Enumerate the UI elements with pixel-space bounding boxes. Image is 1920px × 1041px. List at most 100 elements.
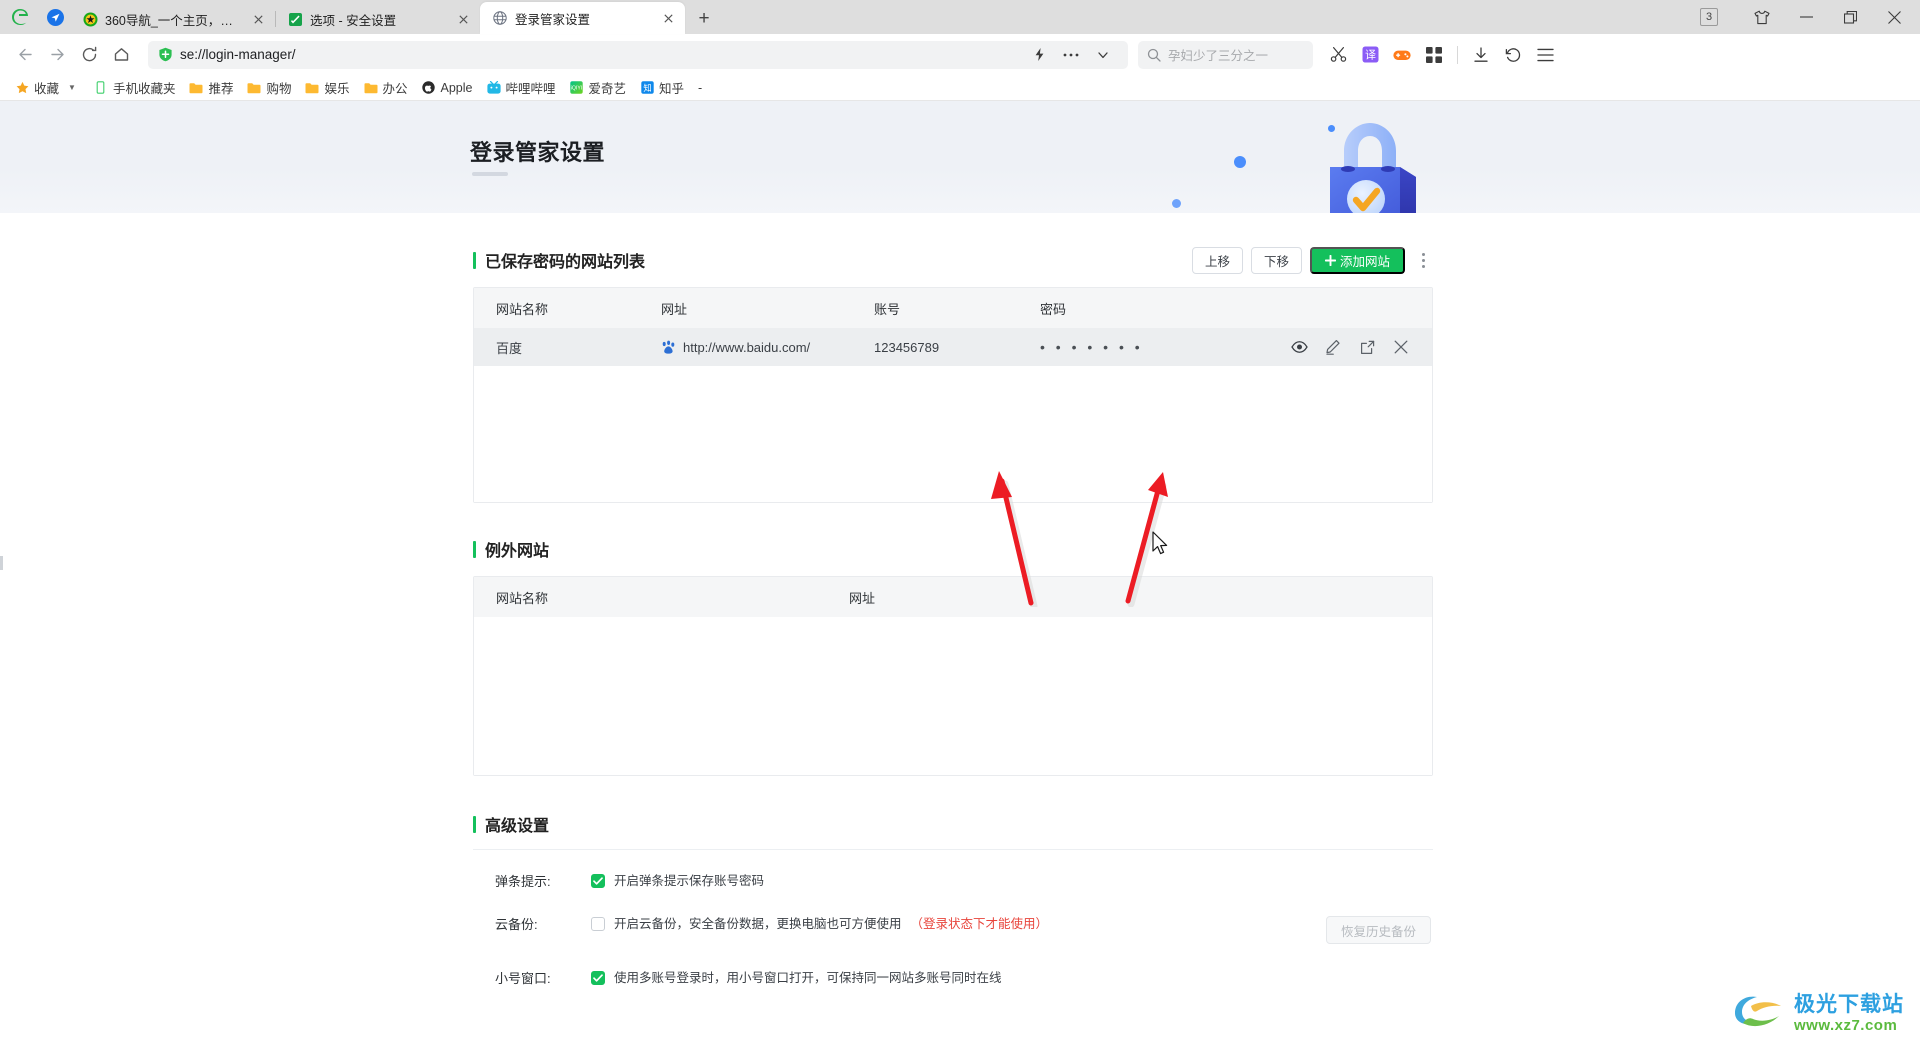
bookmark-label: 知乎 [659,82,685,96]
cell-site-url: http://www.baidu.com/ [639,340,852,355]
bookmark-label: 手机收藏夹 [112,82,176,96]
bookmark-item-entertainment[interactable]: 娱乐 [298,76,356,99]
bookmark-label: 哔哩哔哩 [505,82,556,96]
translate-icon[interactable]: 译 [1355,40,1385,70]
advanced-settings-header: 高级设置 [473,813,1433,835]
row-action-group [1290,338,1432,356]
search-input[interactable]: 孕妇少了三分之一 [1138,40,1313,69]
close-button[interactable] [1872,1,1916,33]
new-tab-button[interactable]: + [689,4,719,34]
add-site-button[interactable]: 添加网站 [1309,246,1405,274]
maximize-button[interactable] [1828,1,1872,33]
bookmark-label: 办公 [382,82,408,96]
tab-item[interactable]: 选项 - 安全设置 [275,4,480,34]
back-arrow-icon[interactable] [10,40,40,70]
cell-account: 123456789 [874,339,940,355]
setting-field: 开启弹条提示保存账号密码 [591,873,1433,889]
setting-field: 使用多账号登录时，用小号窗口打开，可保持同一网站多账号同时在线 [591,970,1433,986]
bookmark-item-favorites[interactable]: 收藏 ▼ [8,76,87,99]
tab-item[interactable]: 360导航_一个主页，整个世界 [70,4,275,34]
scrollbar-handle[interactable] [0,556,3,570]
history-icon[interactable] [1498,40,1528,70]
chevron-down-icon[interactable] [1088,40,1118,70]
checkbox-popup-tip[interactable] [591,874,605,888]
folder-icon [364,81,378,95]
tab-title: 360导航_一个主页，整个世界 [105,13,242,28]
bookmark-item-apple[interactable]: Apple [415,79,480,97]
eye-icon[interactable] [1290,338,1308,356]
window-controls: 3 [1700,0,1920,34]
edit-pencil-icon[interactable] [1324,338,1342,356]
bookmark-item-recommend[interactable]: 推荐 [182,76,240,99]
bookmark-item-iqiyi[interactable]: iQIYI 爱奇艺 [563,76,634,99]
browser-nav-badge-icon[interactable] [40,0,70,34]
saved-sites-title: 已保存密码的网站列表 [485,254,646,271]
tab-close-icon[interactable] [454,10,472,28]
open-external-icon[interactable] [1358,338,1376,356]
checkbox-cloud-backup[interactable] [591,917,605,931]
tshirt-icon[interactable] [1740,1,1784,33]
add-site-label: 添加网站 [1339,254,1390,269]
checkbox-alt-window[interactable] [591,971,605,985]
bookmark-item-mobile[interactable]: 手机收藏夹 [87,76,183,99]
watermark-line2: www.xz7.com [1794,1016,1898,1034]
setting-warning: （登录状态下才能使用） [910,917,1049,931]
apple-icon [422,81,436,95]
page-title-underline [472,172,508,176]
section-accent-bar [473,540,476,558]
address-bar-actions [1024,40,1118,70]
tab-close-icon[interactable] [249,10,267,28]
bilibili-icon [486,81,501,95]
setting-row-popup-tip: 弹条提示: 开启弹条提示保存账号密码 [473,873,1433,890]
chevron-down-icon[interactable]: ▼ [64,81,80,94]
folder-icon [189,81,203,95]
bookmark-item-bilibili[interactable]: 哔哩哔哩 [480,76,563,99]
ellipsis-icon[interactable] [1056,40,1086,70]
home-icon[interactable] [106,40,136,70]
settings-content: 已保存密码的网站列表 上移 下移 添加网站 网站名称 网址 账号 密码 百度 h… [0,246,1920,1040]
delete-close-icon[interactable] [1392,338,1410,356]
download-icon[interactable] [1466,40,1496,70]
apps-grid-icon[interactable] [1419,40,1449,70]
bookmark-item-overflow[interactable]: - [691,79,709,97]
table-row[interactable]: 百度 http://www.baidu.com/ 123456789 • • •… [474,328,1432,366]
kebab-menu-icon[interactable] [1413,247,1433,274]
move-down-button[interactable]: 下移 [1250,246,1302,274]
address-bar-url: se://login-manager/ [180,47,296,62]
bookmark-item-shopping[interactable]: 购物 [240,76,298,99]
cell-url-text[interactable]: http://www.baidu.com/ [683,340,810,355]
page-hero: 登录管家设置 [0,101,1920,213]
lightning-icon[interactable] [1024,40,1054,70]
plus-icon [1324,254,1336,266]
watermark-text: 极光下载站 www.xz7.com [1794,994,1904,1033]
move-up-button[interactable]: 上移 [1191,246,1243,274]
svg-text:知: 知 [643,83,651,93]
tab-item-active[interactable]: 登录管家设置 [480,2,685,34]
scissors-icon[interactable] [1323,40,1353,70]
iqiyi-icon: iQIYI [570,81,584,95]
bookmark-item-office[interactable]: 办公 [357,76,415,99]
watermark-line1: 极光下载站 [1794,992,1904,1016]
tab-title: 选项 - 安全设置 [310,13,397,28]
aurora-swirl-logo [1735,996,1781,1027]
setting-description: 使用多账号登录时，用小号窗口打开，可保持同一网站多账号同时在线 [614,971,1002,985]
zhihu-icon: 知 [640,81,654,95]
tab-count-badge[interactable]: 3 [1700,8,1718,26]
minimize-button[interactable] [1784,1,1828,33]
menu-icon[interactable] [1530,40,1560,70]
tab-strip: 360导航_一个主页，整个世界 选项 - 安全设置 [0,0,1920,34]
restore-backup-button[interactable]: 恢复历史备份 [1325,916,1431,944]
toolbar-divider [1457,45,1458,64]
reload-icon[interactable] [74,40,104,70]
gamepad-icon[interactable] [1387,40,1417,70]
bookmark-label: Apple [440,80,473,95]
column-header-name: 网站名称 [496,590,549,606]
address-bar[interactable]: se://login-manager/ [148,40,1128,70]
setting-row-cloud-backup: 云备份: 开启云备份，安全备份数据，更换电脑也可方便使用 （登录状态下才能使用）… [473,916,1433,944]
bookmark-item-zhihu[interactable]: 知 知乎 [633,76,691,99]
browser-logo-icon [0,0,40,34]
tab-close-icon[interactable] [659,9,677,27]
cell-site-name: 百度 [496,340,523,356]
forward-arrow-icon[interactable] [42,40,72,70]
setting-label: 小号窗口: [495,971,551,986]
